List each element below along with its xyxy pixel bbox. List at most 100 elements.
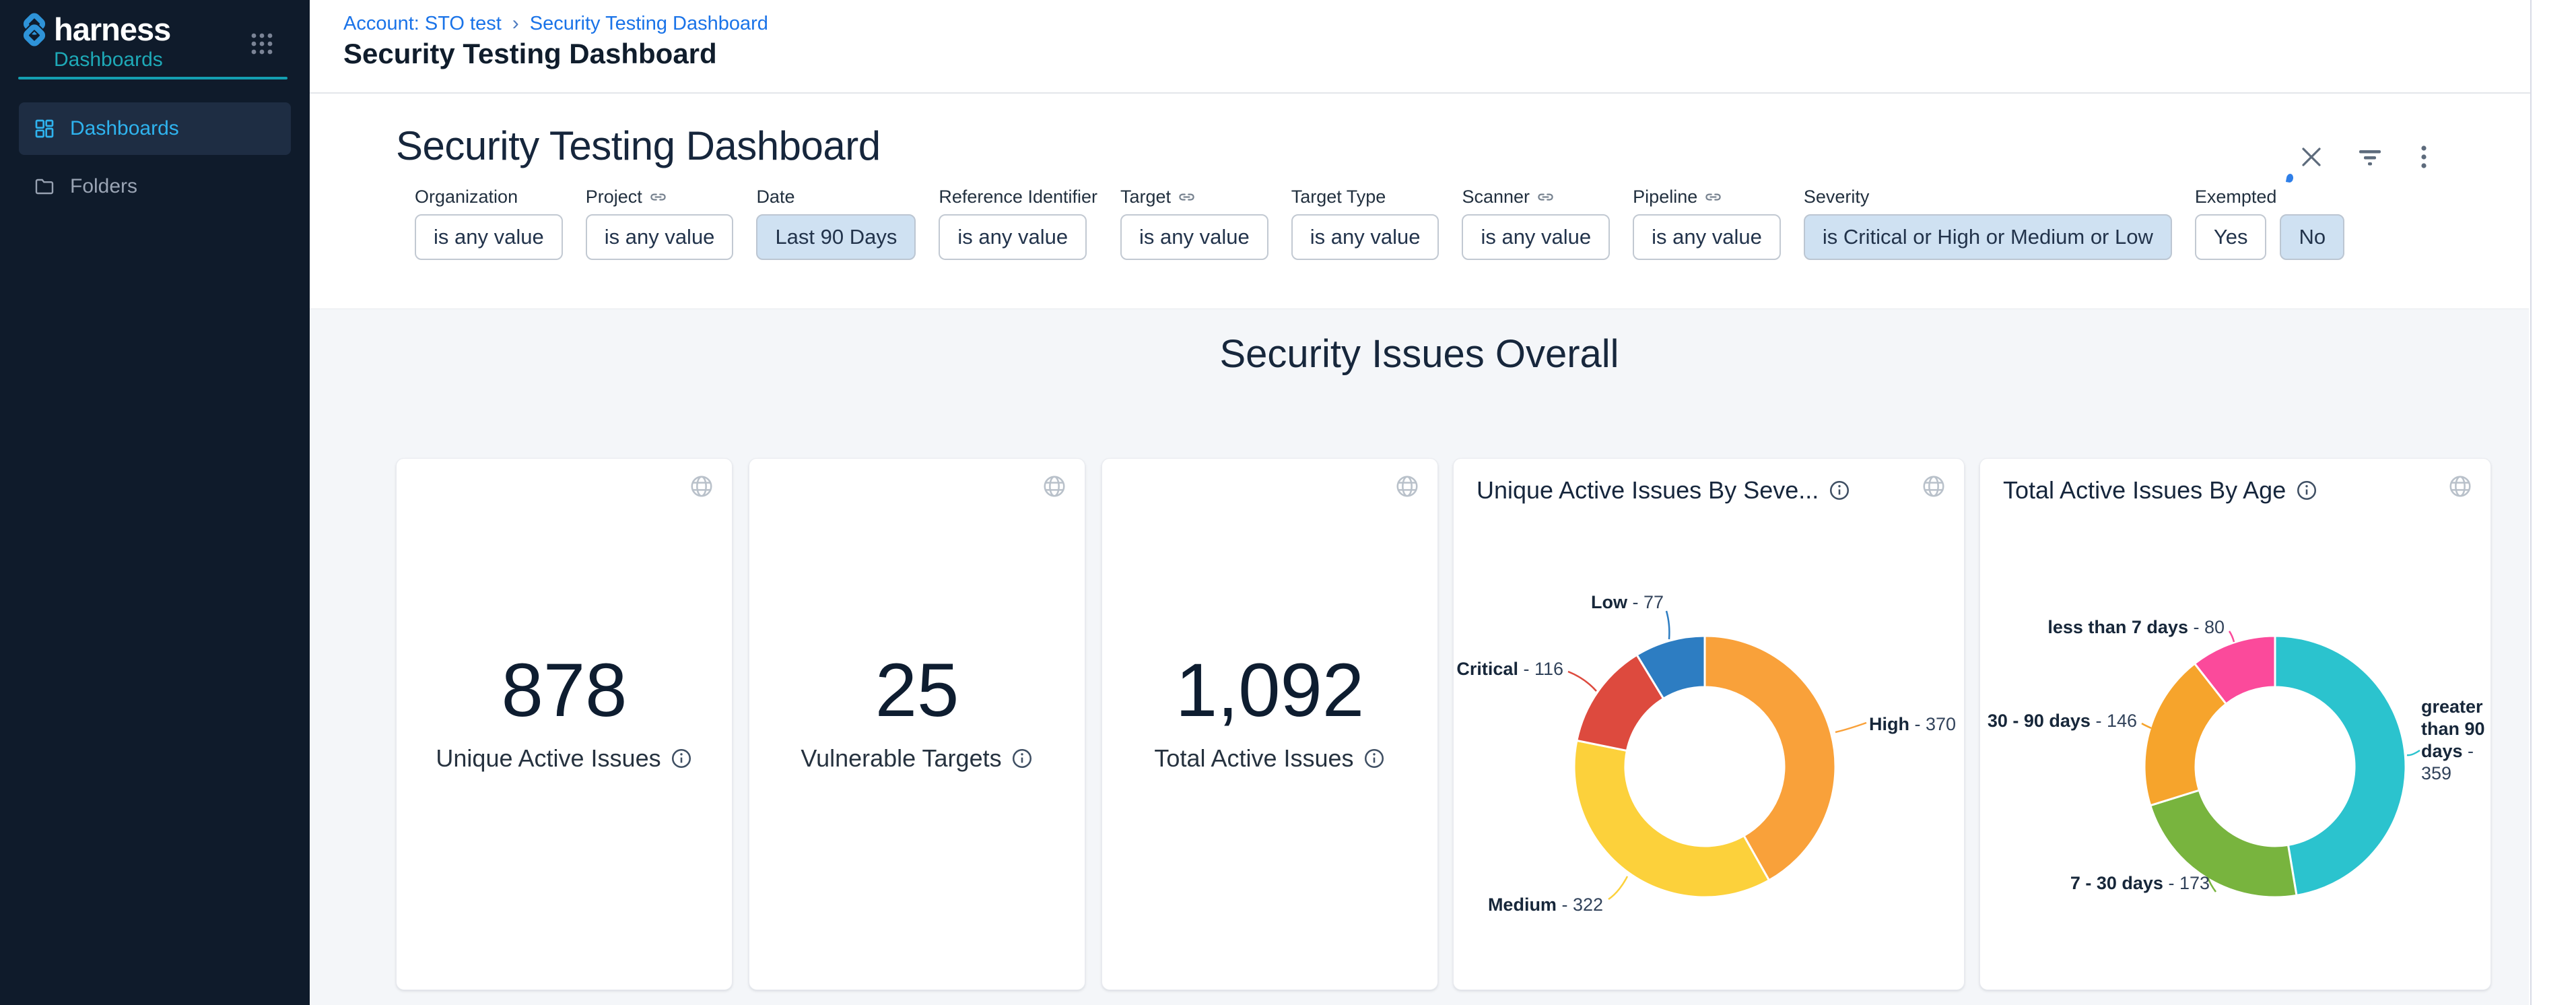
link-icon <box>649 188 667 206</box>
close-icon[interactable] <box>2297 142 2326 172</box>
kebab-menu-icon[interactable] <box>2409 142 2439 172</box>
filter-target-value[interactable]: is any value <box>1120 214 1268 260</box>
leader-line <box>1835 723 1866 732</box>
cursor-artifact <box>2286 173 2294 183</box>
logo-text: harness <box>54 11 170 48</box>
link-icon <box>1178 188 1196 206</box>
section-title: Security Issues Overall <box>310 331 2529 377</box>
filter-reference-identifier: Reference Identifier is any value <box>939 185 1097 260</box>
tile-unique-active-issues: 878 Unique Active Issues <box>396 458 733 990</box>
stat-label: Vulnerable Targets <box>801 744 1001 773</box>
donut-label-high: High - 370 <box>1869 713 1956 736</box>
info-icon[interactable] <box>670 747 693 770</box>
filter-label: Date <box>756 187 794 207</box>
app-root: harness Dashboards Dashboards <box>0 0 2576 1005</box>
info-icon[interactable] <box>1828 479 1851 502</box>
module-label: Dashboards <box>54 48 163 71</box>
breadcrumb-separator: › <box>512 12 519 35</box>
dashboards-icon <box>34 118 55 139</box>
sidebar: harness Dashboards Dashboards <box>0 0 310 1005</box>
filter-severity-value[interactable]: is Critical or High or Medium or Low <box>1804 214 2172 260</box>
donut-label-medium: Medium - 322 <box>1488 894 1603 916</box>
leader-line <box>2142 723 2151 728</box>
filter-label: Organization <box>415 187 518 207</box>
filter-target-type-value[interactable]: is any value <box>1291 214 1439 260</box>
app-grid-icon[interactable] <box>249 31 275 57</box>
sidebar-item-label: Folders <box>70 175 137 198</box>
donut-segment-medium[interactable] <box>1574 740 1769 897</box>
tile-total-active-issues: 1,092 Total Active Issues <box>1101 458 1438 990</box>
filter-project: Project is any value <box>586 185 734 260</box>
harness-logo-icon <box>18 13 51 46</box>
leader-line <box>2407 750 2420 755</box>
donut-label-less-than-7-days: less than 7 days - 80 <box>2047 616 2225 639</box>
filter-project-value[interactable]: is any value <box>586 214 734 260</box>
filters-row: Organization is any value Project is any… <box>415 185 2344 260</box>
filter-label: Severity <box>1804 187 1870 207</box>
filter-organization: Organization is any value <box>415 185 563 260</box>
filter-label: Scanner <box>1462 187 1530 207</box>
stat-value: 1,092 <box>1102 653 1437 728</box>
donut-segment-greater-than-90-days[interactable] <box>2275 636 2406 895</box>
leader-line <box>1568 672 1596 691</box>
top-header: Account: STO test › Security Testing Das… <box>310 0 2576 94</box>
link-icon <box>1704 188 1722 206</box>
filter-organization-value[interactable]: is any value <box>415 214 563 260</box>
filter-pipeline: Pipeline is any value <box>1633 185 1781 260</box>
leader-line <box>1666 611 1669 639</box>
breadcrumb-account-link[interactable]: Account: STO test <box>343 13 502 35</box>
dashboard-title: Security Testing Dashboard <box>396 123 881 169</box>
harness-logo: harness <box>18 11 170 48</box>
globe-icon[interactable] <box>1921 474 1946 499</box>
filter-severity: Severity is Critical or High or Medium o… <box>1804 185 2172 260</box>
filter-reference-identifier-value[interactable]: is any value <box>939 214 1087 260</box>
donut-label-greater-than-90-days: greater than 90 days - 359 <box>2421 696 2488 785</box>
dashboard-filter-panel: Security Testing Dashboard <box>310 94 2529 309</box>
stat-label: Unique Active Issues <box>436 744 660 773</box>
filter-label: Target Type <box>1291 187 1386 207</box>
leader-line <box>2229 631 2234 642</box>
filter-label: Exempted <box>2195 187 2277 207</box>
leader-line <box>1608 876 1627 899</box>
link-icon <box>1536 188 1555 206</box>
breadcrumb-current-link[interactable]: Security Testing Dashboard <box>530 13 768 35</box>
filter-target-type: Target Type is any value <box>1291 185 1439 260</box>
filter-label: Target <box>1120 187 1171 207</box>
page-title: Security Testing Dashboard <box>343 38 717 70</box>
filter-label: Pipeline <box>1633 187 1697 207</box>
filter-exempted-no[interactable]: No <box>2280 214 2344 260</box>
filter-label: Project <box>586 187 642 207</box>
filter-label: Reference Identifier <box>939 187 1097 207</box>
sidebar-item-dashboards[interactable]: Dashboards <box>19 102 291 155</box>
donut-label-low: Low - 77 <box>1591 591 1664 614</box>
donut-label-30---90-days: 30 - 90 days - 146 <box>1988 710 2137 732</box>
tile-vulnerable-targets: 25 Vulnerable Targets <box>749 458 1085 990</box>
tile-unique-active-issues-by-severity: Unique Active Issues By Seve... High - 3… <box>1453 458 1965 990</box>
globe-icon[interactable] <box>2447 474 2473 499</box>
filter-date-value[interactable]: Last 90 Days <box>756 214 916 260</box>
filter-icon[interactable] <box>2355 142 2385 172</box>
stat-label: Total Active Issues <box>1154 744 1353 773</box>
globe-icon[interactable] <box>1394 474 1420 499</box>
sidebar-item-folders[interactable]: Folders <box>19 163 291 210</box>
chart-title: Unique Active Issues By Seve... <box>1477 476 1819 505</box>
info-icon[interactable] <box>1363 747 1386 770</box>
filter-scanner: Scanner is any value <box>1462 185 1610 260</box>
donut-label-critical: Critical - 116 <box>1456 658 1563 680</box>
globe-icon[interactable] <box>1042 474 1067 499</box>
tile-total-active-issues-by-age: Total Active Issues By Age greater than … <box>1979 458 2491 990</box>
filter-pipeline-value[interactable]: is any value <box>1633 214 1781 260</box>
info-icon[interactable] <box>2295 479 2318 502</box>
filter-scanner-value[interactable]: is any value <box>1462 214 1610 260</box>
scrollbar-track[interactable] <box>2530 0 2576 1005</box>
folder-icon <box>34 176 55 197</box>
filter-exempted-yes[interactable]: Yes <box>2195 214 2267 260</box>
stat-value: 25 <box>749 653 1085 728</box>
stat-value: 878 <box>397 653 732 728</box>
chart-title: Total Active Issues By Age <box>2003 476 2286 505</box>
filter-date: Date Last 90 Days <box>756 185 916 260</box>
donut-label-7---30-days: 7 - 30 days - 173 <box>2070 872 2210 895</box>
info-icon[interactable] <box>1011 747 1033 770</box>
globe-icon[interactable] <box>689 474 714 499</box>
sidebar-item-label: Dashboards <box>70 117 179 140</box>
